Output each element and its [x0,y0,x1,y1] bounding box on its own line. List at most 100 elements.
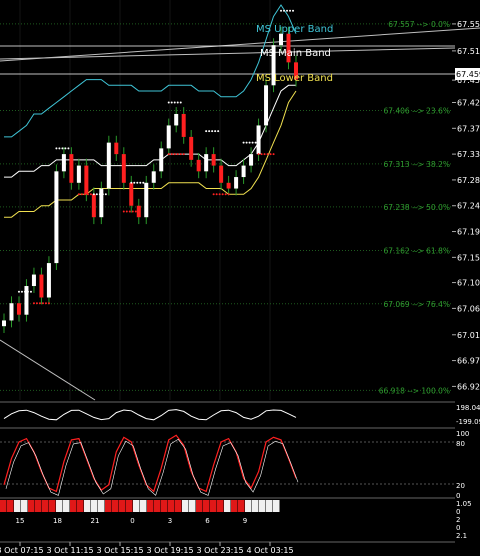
marker-dot [80,193,83,196]
marker-dot [257,153,260,156]
marker-dot [32,302,35,305]
osc2-tick-80: 80 [456,440,465,448]
price-tick-label: 67.420 [457,99,480,108]
sentiment-segment [119,500,126,512]
marker-dot [170,101,173,104]
time-label: 3 Oct 23:15 [196,546,243,555]
marker-dot [125,210,128,213]
candle-body [279,33,284,46]
marker-dot [92,193,95,196]
candle-body [264,85,269,126]
marker-dot [170,153,173,156]
sentiment-segment [175,500,182,512]
marker-dot [136,181,139,184]
marker-dot [26,290,29,293]
candle-body [61,154,66,172]
osc1-tick-bottom: -199.09 [456,418,480,426]
candle-body [189,136,194,160]
marker-dot [98,193,101,196]
osc2-tick-20: 20 [456,482,465,490]
marker-dot [61,147,64,150]
sentiment-segment [238,500,245,512]
sentiment-segment [245,500,252,512]
marker-dot [167,153,170,156]
osc1-tick-top: 198.04 [456,404,480,412]
marker-dot [286,9,289,12]
marker-dot [55,147,58,150]
candle-body [151,171,156,183]
hour-label: 0 [130,517,134,525]
marker-dot [77,193,80,196]
marker-dot [47,302,50,305]
candle-body [181,113,186,137]
candle-body [69,154,74,183]
marker-dot [44,302,47,305]
oscillator1-panel[interactable]: 198.04 -199.09 [0,401,480,426]
sentiment-bar [0,500,280,512]
sentiment-segment [98,500,105,512]
fib-level-label: 67.557 --> 0.0% [388,20,450,29]
oscillator2-panel[interactable]: 100 80 20 0 [0,427,469,500]
osc1-line [3,409,297,421]
sentiment-segment [126,500,133,512]
hour-label: 6 [205,517,210,525]
marker-dot [218,193,221,196]
marker-dot [29,290,32,293]
marker-dot [23,290,26,293]
candle-body [121,154,126,183]
price-tick-label: 67.557 [457,20,480,29]
time-label: 3 Oct 07:15 [0,546,44,555]
marker-dot [212,193,215,196]
time-axis[interactable]: 3 Oct 07:15 3 Oct 11:15 3 Oct 15:15 3 Oct 1… [0,542,294,555]
marker-dot [134,210,137,213]
marker-dot [217,130,220,133]
price-tick-label: 67.150 [457,253,480,262]
sentiment-segment [140,500,147,512]
marker-dot [173,153,176,156]
oscillator3-panel[interactable]: 1.05 0 2 0 2.1 15 18 21 0 3 6 9 [0,497,472,540]
candle-body [16,303,21,315]
trading-chart[interactable]: 67.557 --> 0.0% 67.406 --> 23.6% 67.313 --… [0,0,480,556]
main-price-panel[interactable]: 67.557 --> 0.0% 67.406 --> 23.6% 67.313 --… [0,0,480,401]
candle-body [166,125,171,149]
sentiment-segment [273,500,280,512]
hour-label: 3 [168,517,172,525]
fib-level-label: 67.069 --> 76.4% [383,300,450,309]
sentiment-segment [154,500,161,512]
sentiment-segment [210,500,217,512]
marker-dot [211,130,214,133]
osc2-tick-0: 0 [456,492,460,500]
price-tick-label: 67.375 [457,124,480,133]
candle-body [249,154,254,166]
candle-body [39,274,44,298]
marker-dot [104,193,107,196]
sentiment-segment [189,500,196,512]
marker-dot [205,130,208,133]
marker-dot [38,302,41,305]
marker-dot [272,153,275,156]
marker-dot [86,193,89,196]
candle-body [241,165,246,178]
sentiment-segment [28,500,35,512]
price-tick-label: 67.195 [457,228,480,237]
candle-body [46,263,51,298]
marker-dot [83,193,86,196]
candle-body [219,165,224,183]
marker-dot [283,9,286,12]
candle-body [91,194,96,218]
sentiment-segment [161,500,168,512]
marker-dot [17,290,20,293]
marker-dot [260,153,263,156]
sentiment-segment [112,500,119,512]
marker-dot [173,101,176,104]
osc2-signal-line [5,438,299,496]
osc3-tick-c: 2 [456,516,460,524]
sentiment-segment [105,500,112,512]
fib-level-label: 67.162 --> 61.8% [383,246,450,255]
marker-dot [263,153,266,156]
candle-body [76,165,81,183]
osc3-tick-b: 0 [456,508,460,516]
lower-band-label: MS Lower Band [256,73,333,84]
time-label: 4 Oct 03:15 [246,546,293,555]
candle-body [9,303,14,321]
